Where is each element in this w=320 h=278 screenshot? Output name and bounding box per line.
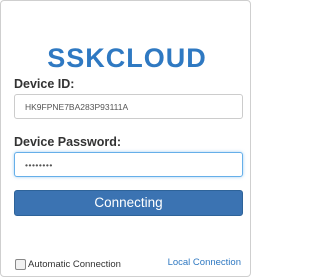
automatic-connection-checkbox[interactable] bbox=[15, 258, 26, 270]
app-logo-title: SSKCLOUD bbox=[47, 43, 207, 73]
local-connection-link[interactable]: Local Connection bbox=[168, 257, 241, 268]
device-password-input[interactable] bbox=[14, 152, 243, 177]
automatic-connection-label: Automatic Connection bbox=[28, 258, 121, 270]
device-id-label: Device ID: bbox=[14, 77, 75, 91]
login-panel: SSKCLOUD Device ID: Device Password: Con… bbox=[0, 0, 251, 277]
connect-button[interactable]: Connecting bbox=[14, 190, 243, 216]
automatic-connection-option[interactable]: Automatic Connection bbox=[15, 257, 121, 271]
device-id-input[interactable] bbox=[14, 94, 243, 119]
device-password-label: Device Password: bbox=[14, 135, 121, 149]
